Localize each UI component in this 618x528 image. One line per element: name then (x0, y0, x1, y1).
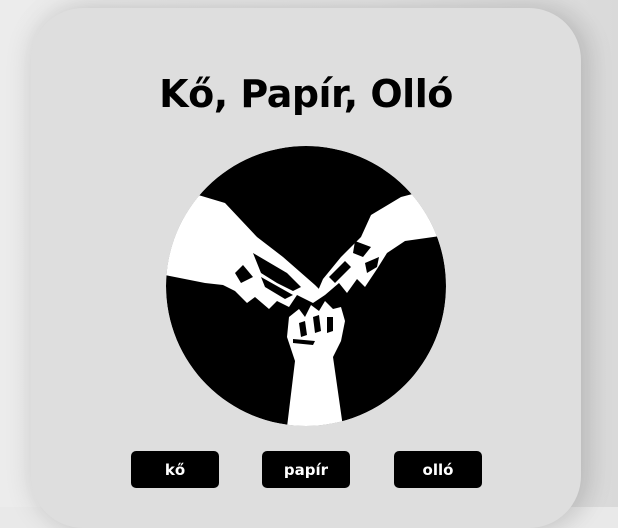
paper-button[interactable]: papír (262, 451, 350, 488)
scissors-button[interactable]: olló (394, 451, 482, 488)
game-card: Kő, Papír, Olló kő papír olló (31, 8, 581, 528)
rock-paper-scissors-hands-icon (165, 145, 447, 427)
page-title: Kő, Papír, Olló (159, 72, 453, 116)
choice-buttons: kő papír olló (131, 451, 482, 488)
rock-button[interactable]: kő (131, 451, 219, 488)
